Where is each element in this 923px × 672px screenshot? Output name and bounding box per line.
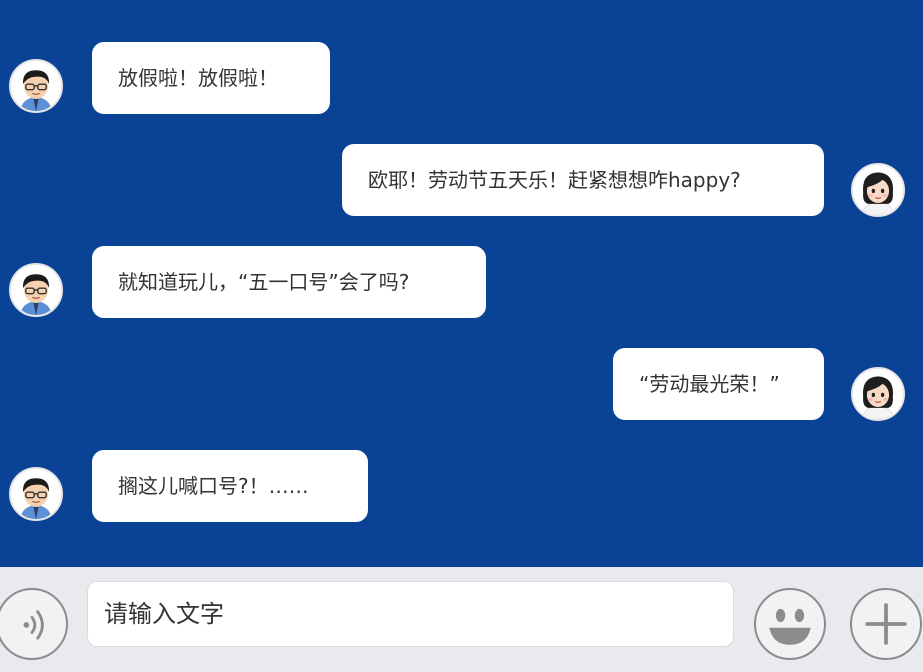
plus-icon [865,603,907,645]
message-bubble-1[interactable]: 放假啦！放假啦！ [92,42,330,114]
input-bar [0,567,923,672]
avatar-girl[interactable] [851,163,905,217]
avatar-girl[interactable] [851,367,905,421]
message-bubble-2[interactable]: 欧耶！劳动节五天乐！赶紧想想咋happy? [342,144,824,216]
avatar-boy[interactable] [9,467,63,521]
smiley-icon [769,608,811,645]
message-input[interactable] [87,581,734,647]
more-button[interactable] [850,588,922,660]
avatar-boy[interactable] [9,263,63,317]
avatar-boy[interactable] [9,59,63,113]
message-bubble-5[interactable]: 搁这儿喊口号?！…… [92,450,368,522]
chat-area: 放假啦！放假啦！ 欧耶！劳动节五天乐！赶紧想想咋happy? 就知道玩儿，“五一… [0,0,923,567]
voice-button[interactable] [0,588,68,660]
message-bubble-4[interactable]: “劳动最光荣！” [613,348,824,420]
voice-icon [23,610,44,640]
emoji-button[interactable] [754,588,826,660]
message-bubble-3[interactable]: 就知道玩儿，“五一口号”会了吗? [92,246,486,318]
